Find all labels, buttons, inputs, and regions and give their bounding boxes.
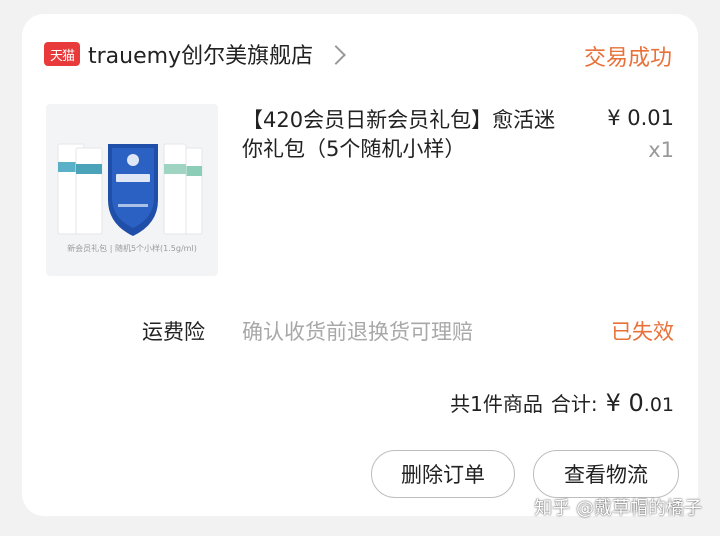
order-card: 天猫 trauemy创尔美旗舰店 交易成功 新会员礼包 | 随机5个小样(1.5… <box>22 14 698 516</box>
total-amount: ¥ 0.01 <box>606 389 674 417</box>
order-status: 交易成功 <box>583 46 672 71</box>
total-label: 合计: <box>550 392 598 416</box>
order-total: 共1件商品 合计: ¥ 0.01 <box>450 388 674 417</box>
shipping-insurance-description: 确认收货前退换货可理赔 <box>242 320 473 344</box>
delete-order-button[interactable]: 删除订单 <box>371 450 515 498</box>
product-image-caption: 新会员礼包 | 随机5个小样(1.5g/ml) <box>67 244 197 253</box>
total-amount-decimal: .01 <box>643 394 674 416</box>
tmall-badge-icon: 天猫 <box>44 42 80 66</box>
chevron-right-icon[interactable] <box>326 45 346 65</box>
watermark: 知乎 @戴草帽的橘子 <box>534 498 702 519</box>
item-count: 共1件商品 <box>450 392 543 416</box>
product-price: ¥ 0.01 <box>607 106 674 130</box>
currency-symbol: ¥ <box>605 389 621 417</box>
shipping-insurance-label: 运费险 <box>142 320 205 344</box>
product-image[interactable]: 新会员礼包 | 随机5个小样(1.5g/ml) <box>46 104 218 276</box>
shop-header[interactable]: 天猫 trauemy创尔美旗舰店 <box>44 38 346 70</box>
product-quantity: x1 <box>648 138 674 162</box>
total-amount-integer: 0 <box>628 389 644 417</box>
view-logistics-button[interactable]: 查看物流 <box>533 450 679 498</box>
shop-name[interactable]: trauemy创尔美旗舰店 <box>88 38 313 70</box>
shipping-insurance-status: 已失效 <box>611 320 674 344</box>
product-title[interactable]: 【420会员日新会员礼包】愈活迷你礼包（5个随机小样） <box>242 106 572 164</box>
